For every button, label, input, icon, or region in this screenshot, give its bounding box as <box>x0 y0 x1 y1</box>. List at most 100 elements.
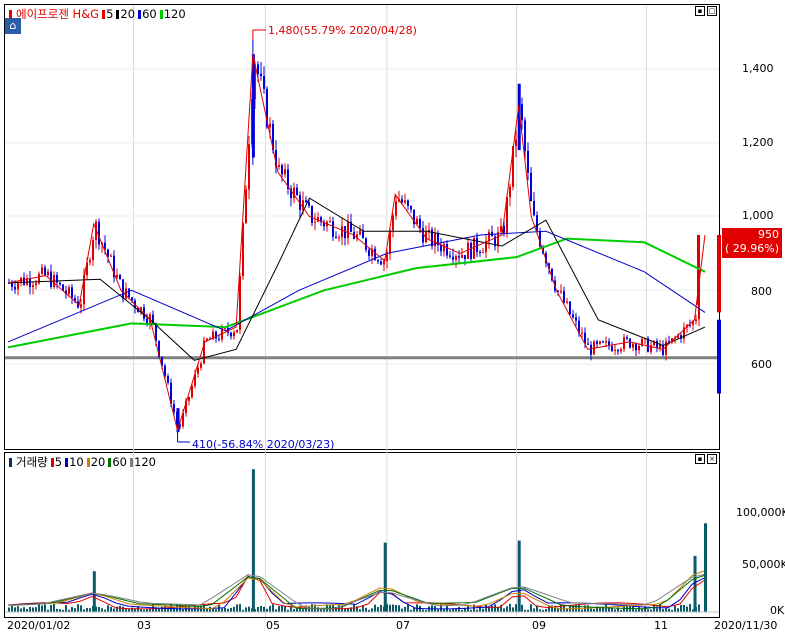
candle-body <box>338 237 340 239</box>
volume-bar <box>98 606 100 612</box>
candle-body <box>200 363 202 368</box>
volume-bar <box>401 608 403 612</box>
volume-bar <box>23 607 25 612</box>
y-tick-label: 0K <box>770 604 785 617</box>
candle-body <box>359 230 361 235</box>
chart-canvas[interactable] <box>0 0 785 634</box>
candle-body <box>635 343 637 351</box>
candle-body <box>23 277 25 285</box>
volume-legend: 거래량 5 10 20 60 120 <box>9 454 156 470</box>
candle-body <box>452 256 454 260</box>
volume-bar <box>212 608 214 612</box>
candle-body <box>596 341 598 344</box>
volume-bar <box>398 605 400 612</box>
candle-body <box>41 267 43 274</box>
candle-body <box>377 260 379 262</box>
legend-item: 60 <box>138 7 157 21</box>
legend-label: 10 <box>69 455 84 469</box>
candle-body <box>392 215 394 231</box>
candle-body <box>461 255 463 258</box>
volume-bar <box>680 605 682 612</box>
minimize-icon[interactable]: ▪ <box>695 454 705 464</box>
y-tick-label: 600 <box>751 358 772 371</box>
candle-body <box>479 251 481 253</box>
legend-swatch <box>108 457 112 467</box>
volume-bar <box>704 523 707 612</box>
candle-body <box>257 64 259 74</box>
high-annotation: 1,480(55.79% 2020/04/28) <box>268 24 417 37</box>
candle-body <box>482 252 484 254</box>
candle-body <box>407 200 409 206</box>
candle-body <box>581 332 583 334</box>
candle-body <box>488 231 490 242</box>
candle-body <box>305 200 307 203</box>
candle-body <box>116 275 118 278</box>
volume-bar <box>122 606 124 612</box>
settings-icon[interactable]: ⌂ <box>5 18 21 34</box>
candle-body <box>626 337 628 339</box>
candle-body <box>269 123 271 128</box>
ma5-line <box>7 54 706 433</box>
volume-bar <box>560 604 562 612</box>
candle-body <box>89 260 91 263</box>
maximize-icon[interactable]: □ <box>707 6 717 16</box>
volume-bar <box>32 607 34 612</box>
volume-bar <box>89 608 91 612</box>
candle-body <box>347 221 349 239</box>
candle-body <box>230 332 232 337</box>
candle-body <box>164 365 166 377</box>
volume-title: 거래량 <box>16 455 48 469</box>
candle-body <box>440 244 442 252</box>
candle-body <box>59 282 61 285</box>
legend-label: 60 <box>142 7 157 21</box>
volume-bar <box>53 603 55 612</box>
volume-bar <box>80 605 82 612</box>
x-tick-label: 2020/01/02 <box>7 619 71 632</box>
candle-body <box>569 301 571 315</box>
candle-body <box>560 291 562 293</box>
candle-body <box>80 304 82 308</box>
volume-bar <box>29 606 31 612</box>
volume-bar <box>221 608 223 612</box>
volume-bar <box>14 607 16 612</box>
candle-body <box>173 403 175 412</box>
volume-bar <box>107 605 109 612</box>
volume-bar <box>278 606 280 612</box>
volume-bar <box>377 607 379 612</box>
volume-bar <box>347 608 349 612</box>
candle-body <box>602 341 604 343</box>
volume-bar <box>371 608 373 612</box>
volume-bar <box>404 606 406 612</box>
volume-bar <box>389 604 391 612</box>
y-tick-label: 100,000K <box>736 506 785 519</box>
stock-chart-window: 에이프로젠 H&G 5 20 60 120 ▪ □ ⌂ 거래량 5 10 20 60 120 … <box>0 0 785 634</box>
minimize-icon[interactable]: ▪ <box>695 6 705 16</box>
candle-body <box>614 349 616 351</box>
volume-bar <box>512 607 514 612</box>
y-tick-label: 1,400 <box>742 62 774 75</box>
volume-bar <box>41 605 43 612</box>
x-tick-label: 11 <box>654 619 668 632</box>
candle-body <box>68 287 70 295</box>
candle-body <box>341 226 343 238</box>
candle-body <box>44 267 46 275</box>
candle-body <box>311 205 313 223</box>
legend-item: 20 <box>116 7 135 21</box>
volume-bar <box>638 607 640 612</box>
volume-bar <box>491 605 493 612</box>
low-annotation: 410(-56.84% 2020/03/23) <box>192 438 335 451</box>
candle-body <box>410 205 412 210</box>
x-tick-label: 2020/11/30 <box>714 619 778 632</box>
volume-bar <box>365 607 367 612</box>
candle-body <box>332 221 334 237</box>
legend-label: 60 <box>112 455 127 469</box>
candle-body <box>233 332 235 337</box>
x-tick-label: 03 <box>137 619 151 632</box>
close-icon[interactable]: × <box>707 454 717 464</box>
legend-item: 60 <box>108 455 127 469</box>
volume-bar <box>248 606 250 612</box>
volume-bar <box>17 606 19 612</box>
legend-swatch <box>159 9 163 19</box>
candle-body <box>119 275 121 280</box>
candle-body <box>296 187 298 196</box>
